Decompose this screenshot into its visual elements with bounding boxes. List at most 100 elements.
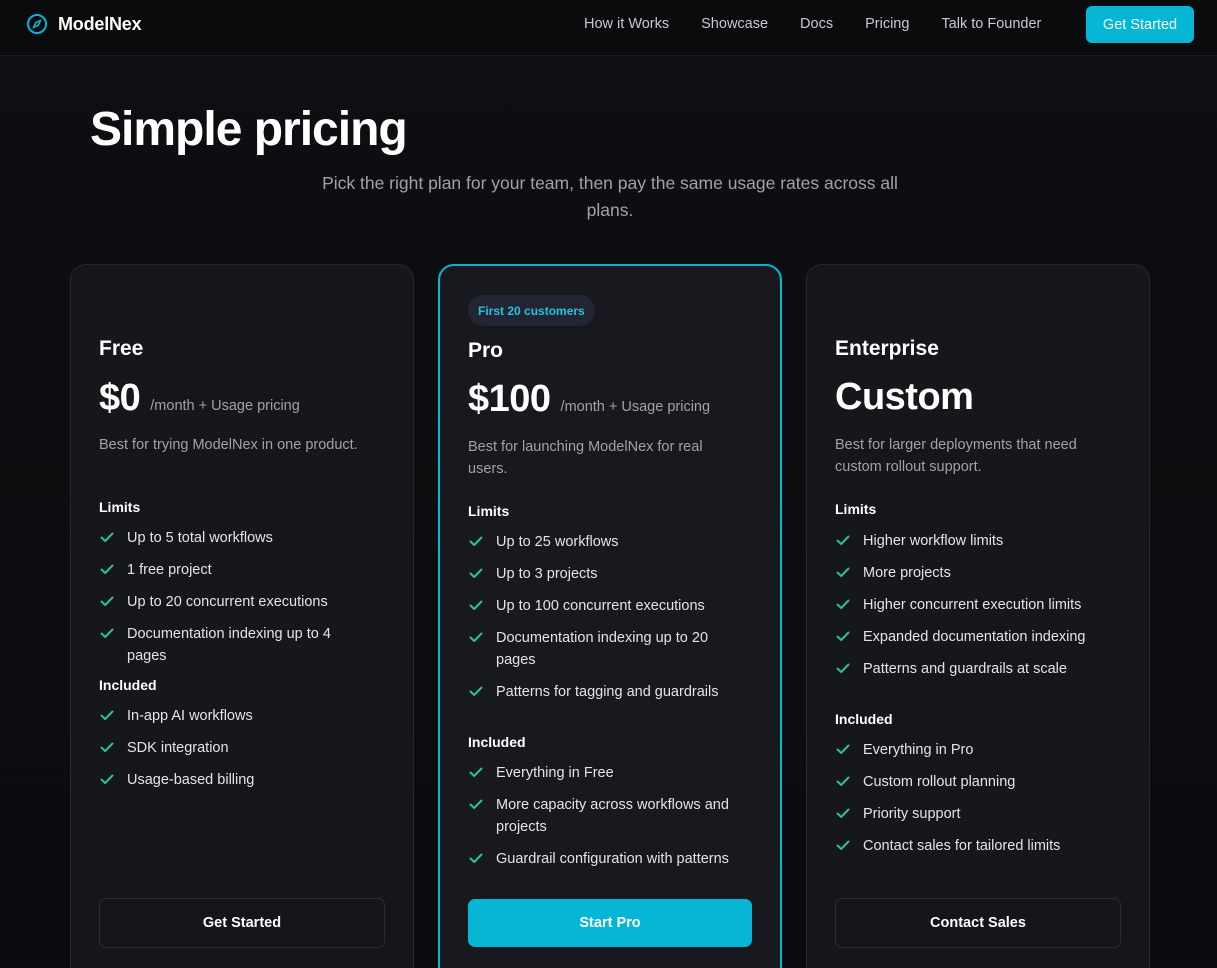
- check-icon: [836, 744, 850, 754]
- nav-link-talk-to-founder[interactable]: Talk to Founder: [941, 16, 1041, 32]
- check-icon: [100, 596, 114, 606]
- get-started-button[interactable]: Get Started: [99, 898, 385, 948]
- check-icon: [836, 567, 850, 577]
- brand-name: ModelNex: [58, 13, 142, 34]
- list-item: More capacity across workflows and proje…: [468, 794, 738, 838]
- check-icon: [836, 535, 850, 545]
- list-item: In-app AI workflows: [99, 705, 369, 727]
- included-list: Everything in Free More capacity across …: [468, 762, 738, 870]
- check-icon: [100, 710, 114, 720]
- check-icon: [836, 808, 850, 818]
- nav-link-pricing[interactable]: Pricing: [865, 16, 909, 32]
- page-title: Simple pricing: [90, 103, 408, 156]
- check-icon: [100, 774, 114, 784]
- check-icon: [836, 631, 850, 641]
- feature-text: Up to 3 projects: [496, 566, 598, 582]
- list-item: Usage-based billing: [99, 769, 369, 791]
- check-icon: [836, 776, 850, 786]
- limits-list: Up to 5 total workflows 1 free project U…: [99, 527, 369, 667]
- feature-text: Up to 5 total workflows: [127, 530, 273, 546]
- list-item: Higher concurrent execution limits: [835, 594, 1105, 616]
- list-item: Expanded documentation indexing: [835, 626, 1105, 648]
- plan-price: Custom: [835, 376, 974, 418]
- contact-sales-button[interactable]: Contact Sales: [835, 898, 1121, 948]
- list-item: Documentation indexing up to 4 pages: [99, 623, 369, 667]
- top-nav: ModelNex How it Works Showcase Docs Pric…: [0, 0, 1217, 56]
- limits-list: Up to 25 workflows Up to 3 projects Up t…: [468, 531, 738, 703]
- plan-price: $0: [99, 377, 141, 419]
- list-item: Documentation indexing up to 20 pages: [468, 627, 738, 671]
- feature-text: Usage-based billing: [127, 772, 255, 788]
- plan-description: Best for launching ModelNex for real use…: [468, 439, 703, 477]
- included-list: In-app AI workflows SDK integration Usag…: [99, 705, 369, 791]
- page-subtitle: Pick the right plan for your team, then …: [322, 173, 898, 220]
- list-item: Higher workflow limits: [835, 530, 1105, 552]
- feature-text: Documentation indexing up to 4 pages: [127, 626, 331, 664]
- feature-text: In-app AI workflows: [127, 708, 253, 724]
- limits-list: Higher workflow limits More projects Hig…: [835, 530, 1105, 680]
- check-icon: [836, 840, 850, 850]
- feature-text: More capacity across workflows and proje…: [496, 797, 729, 835]
- included-label: Included: [468, 734, 526, 750]
- list-item: Everything in Free: [468, 762, 738, 784]
- nav-links: How it Works Showcase Docs Pricing Talk …: [584, 16, 1073, 32]
- check-icon: [100, 742, 114, 752]
- list-item: Everything in Pro: [835, 739, 1105, 761]
- plan-description: Best for larger deployments that need cu…: [835, 437, 1077, 475]
- list-item: Guardrail configuration with patterns: [468, 848, 738, 870]
- feature-text: Patterns and guardrails at scale: [863, 661, 1067, 677]
- feature-text: Up to 20 concurrent executions: [127, 594, 328, 610]
- price-row: $100 /month + Usage pricing: [468, 378, 710, 421]
- nav-link-how-it-works[interactable]: How it Works: [584, 16, 669, 32]
- list-item: SDK integration: [99, 737, 369, 759]
- price-note: /month + Usage pricing: [150, 398, 300, 414]
- check-icon: [836, 599, 850, 609]
- pricing-card-free: Free $0 /month + Usage pricing Best for …: [70, 264, 414, 968]
- nav-link-docs[interactable]: Docs: [800, 16, 833, 32]
- included-label: Included: [99, 677, 157, 693]
- included-list: Everything in Pro Custom rollout plannin…: [835, 739, 1105, 857]
- list-item: Patterns for tagging and guardrails: [468, 681, 738, 703]
- feature-text: Up to 100 concurrent executions: [496, 598, 705, 614]
- list-item: Up to 5 total workflows: [99, 527, 369, 549]
- plan-name: Free: [99, 337, 144, 360]
- check-icon: [469, 799, 483, 809]
- compass-icon: [27, 14, 47, 34]
- limits-label: Limits: [468, 503, 510, 519]
- check-icon: [836, 663, 850, 673]
- check-icon: [100, 564, 114, 574]
- get-started-nav-button[interactable]: Get Started: [1086, 6, 1194, 43]
- brand-logo[interactable]: ModelNex: [26, 12, 142, 36]
- feature-text: Custom rollout planning: [863, 774, 1016, 790]
- feature-text: Higher workflow limits: [863, 533, 1004, 549]
- feature-text: More projects: [863, 565, 951, 581]
- feature-text: Everything in Pro: [863, 742, 974, 758]
- check-icon: [469, 632, 483, 642]
- feature-text: Priority support: [863, 806, 961, 822]
- feature-text: Expanded documentation indexing: [863, 629, 1086, 645]
- feature-text: Everything in Free: [496, 765, 614, 781]
- list-item: Up to 100 concurrent executions: [468, 595, 738, 617]
- check-icon: [469, 600, 483, 610]
- list-item: Patterns and guardrails at scale: [835, 658, 1105, 680]
- check-icon: [469, 568, 483, 578]
- check-icon: [100, 532, 114, 542]
- price-row: $0 /month + Usage pricing: [99, 377, 300, 420]
- list-item: Contact sales for tailored limits: [835, 835, 1105, 857]
- list-item: Custom rollout planning: [835, 771, 1105, 793]
- plan-description: Best for trying ModelNex in one product.: [99, 437, 358, 453]
- check-icon: [100, 628, 114, 638]
- limits-label: Limits: [835, 501, 877, 517]
- check-icon: [469, 767, 483, 777]
- list-item: Up to 20 concurrent executions: [99, 591, 369, 613]
- check-icon: [469, 686, 483, 696]
- feature-text: Documentation indexing up to 20 pages: [496, 630, 709, 668]
- start-pro-button[interactable]: Start Pro: [468, 899, 752, 947]
- price-note: /month + Usage pricing: [560, 399, 711, 415]
- feature-text: Contact sales for tailored limits: [863, 838, 1061, 854]
- pricing-card-pro: First 20 customers Pro $100 /month + Usa…: [438, 264, 782, 968]
- feature-text: Higher concurrent execution limits: [863, 597, 1082, 613]
- nav-link-showcase[interactable]: Showcase: [701, 16, 768, 32]
- feature-text: Guardrail configuration with patterns: [496, 851, 729, 867]
- list-item: Priority support: [835, 803, 1105, 825]
